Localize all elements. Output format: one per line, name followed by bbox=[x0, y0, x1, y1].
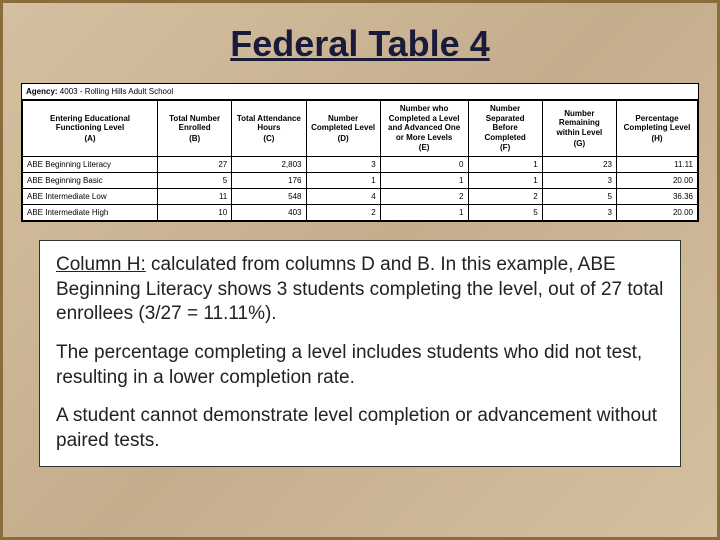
cell-d: 3 bbox=[306, 156, 380, 172]
row-label: ABE Intermediate High bbox=[23, 204, 158, 220]
federal-table: Entering Educational Functioning Level(A… bbox=[22, 100, 698, 221]
col-d-header: Number Completed Level(D) bbox=[306, 101, 380, 157]
explanation-p2: The percentage completing a level includ… bbox=[56, 341, 664, 390]
cell-h: 11.11 bbox=[617, 156, 698, 172]
cell-e: 0 bbox=[380, 156, 468, 172]
col-h-header: Percentage Completing Level(H) bbox=[617, 101, 698, 157]
col-b-header: Total Number Enrolled(B) bbox=[158, 101, 232, 157]
cell-d: 4 bbox=[306, 188, 380, 204]
table-header-row: Entering Educational Functioning Level(A… bbox=[23, 101, 698, 157]
table-row: ABE Intermediate Low 11 548 4 2 2 5 36.3… bbox=[23, 188, 698, 204]
col-a-header: Entering Educational Functioning Level(A… bbox=[23, 101, 158, 157]
cell-b: 10 bbox=[158, 204, 232, 220]
cell-g: 3 bbox=[542, 172, 616, 188]
cell-h: 20.00 bbox=[617, 172, 698, 188]
table-row: ABE Beginning Literacy 27 2,803 3 0 1 23… bbox=[23, 156, 698, 172]
cell-b: 5 bbox=[158, 172, 232, 188]
p1-text: calculated from columns D and B. In this… bbox=[56, 254, 663, 324]
cell-h: 20.00 bbox=[617, 204, 698, 220]
cell-b: 27 bbox=[158, 156, 232, 172]
col-f-header: Number Separated Before Completed(F) bbox=[468, 101, 542, 157]
cell-g: 3 bbox=[542, 204, 616, 220]
col-g-header: Number Remaining within Level(G) bbox=[542, 101, 616, 157]
col-c-header: Total Attendance Hours(C) bbox=[232, 101, 306, 157]
page-title: Federal Table 4 bbox=[3, 23, 717, 65]
cell-e: 2 bbox=[380, 188, 468, 204]
cell-f: 1 bbox=[468, 156, 542, 172]
cell-f: 5 bbox=[468, 204, 542, 220]
explanation-box: Column H: calculated from columns D and … bbox=[39, 240, 681, 467]
cell-c: 403 bbox=[232, 204, 306, 220]
table-row: ABE Intermediate High 10 403 2 1 5 3 20.… bbox=[23, 204, 698, 220]
cell-c: 176 bbox=[232, 172, 306, 188]
row-label: ABE Intermediate Low bbox=[23, 188, 158, 204]
cell-f: 2 bbox=[468, 188, 542, 204]
agency-label: Agency: bbox=[26, 87, 58, 96]
cell-b: 11 bbox=[158, 188, 232, 204]
explanation-p3: A student cannot demonstrate level compl… bbox=[56, 404, 664, 453]
cell-g: 23 bbox=[542, 156, 616, 172]
cell-d: 2 bbox=[306, 204, 380, 220]
cell-c: 2,803 bbox=[232, 156, 306, 172]
cell-c: 548 bbox=[232, 188, 306, 204]
row-label: ABE Beginning Literacy bbox=[23, 156, 158, 172]
cell-e: 1 bbox=[380, 172, 468, 188]
col-e-header: Number who Completed a Level and Advance… bbox=[380, 101, 468, 157]
explanation-p1: Column H: calculated from columns D and … bbox=[56, 253, 664, 327]
federal-table-container: Agency: 4003 - Rolling Hills Adult Schoo… bbox=[21, 83, 699, 222]
cell-f: 1 bbox=[468, 172, 542, 188]
table-row: ABE Beginning Basic 5 176 1 1 1 3 20.00 bbox=[23, 172, 698, 188]
row-label: ABE Beginning Basic bbox=[23, 172, 158, 188]
agency-row: Agency: 4003 - Rolling Hills Adult Schoo… bbox=[22, 84, 698, 100]
agency-value: 4003 - Rolling Hills Adult School bbox=[60, 87, 173, 96]
cell-d: 1 bbox=[306, 172, 380, 188]
column-h-label: Column H: bbox=[56, 254, 146, 275]
cell-g: 5 bbox=[542, 188, 616, 204]
cell-e: 1 bbox=[380, 204, 468, 220]
cell-h: 36.36 bbox=[617, 188, 698, 204]
